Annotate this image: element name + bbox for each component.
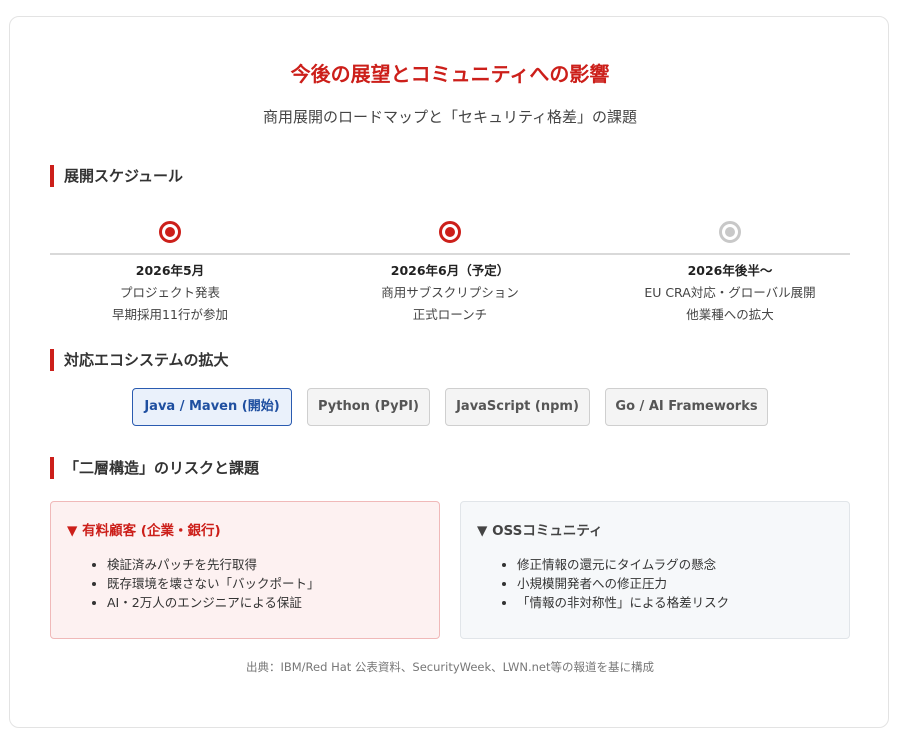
timeline-item-june: 2026年6月（予定） 商用サブスクリプション 正式ローンチ <box>330 221 570 323</box>
section-heading-risks: 「二層構造」のリスクと課題 <box>50 457 259 479</box>
milestone-dot-icon <box>159 221 181 243</box>
timeline-detail: 商用サブスクリプション <box>381 285 519 300</box>
timeline-date: 2026年5月 <box>135 263 205 278</box>
benefit-list: 検証済みパッチを先行取得 既存環境を壊さない「バックポート」 AI・2万人のエン… <box>67 555 423 612</box>
page-subtitle: 商用展開のロードマップと「セキュリティ格差」の課題 <box>262 108 638 126</box>
timeline-detail: 他業種への拡大 <box>686 307 774 322</box>
milestone-dot-future-icon <box>719 221 741 243</box>
timeline-detail: EU CRA対応・グローバル展開 <box>644 285 816 300</box>
timeline-item-late-2026: 2026年後半〜 EU CRA対応・グローバル展開 他業種への拡大 <box>610 221 850 323</box>
list-item: 修正情報の還元にタイムラグの懸念 <box>517 555 833 574</box>
list-item: 既存環境を壊さない「バックポート」 <box>107 574 423 593</box>
timeline-item-may: 2026年5月 プロジェクト発表 早期採用11行が参加 <box>50 221 290 323</box>
timeline-detail: 早期採用11行が参加 <box>112 307 228 322</box>
section-heading-schedule: 展開スケジュール <box>50 165 183 187</box>
ecosystem-chip-javascript: JavaScript (npm) <box>445 388 590 426</box>
ecosystem-chip-python: Python (PyPI) <box>307 388 430 426</box>
paid-customers-panel: ▼ 有料顧客 (企業・銀行) 検証済みパッチを先行取得 既存環境を壊さない「バッ… <box>50 501 440 639</box>
timeline-date: 2026年後半〜 <box>687 263 773 278</box>
section-heading-ecosystem: 対応エコシステムの拡大 <box>50 349 229 371</box>
page-title: 今後の展望とコミュニティへの影響 <box>290 62 610 86</box>
list-item: 「情報の非対称性」による格差リスク <box>517 593 833 612</box>
source-citation: 出典：IBM/Red Hat 公表資料、SecurityWeek、LWN.net… <box>245 660 655 674</box>
timeline-detail: 正式ローンチ <box>412 307 488 322</box>
panel-title: ▼ 有料顧客 (企業・銀行) <box>67 523 221 539</box>
ecosystem-chip-go-ai: Go / AI Frameworks <box>605 388 768 426</box>
list-item: AI・2万人のエンジニアによる保証 <box>107 593 423 612</box>
panel-title: ▼ OSSコミュニティ <box>477 523 603 539</box>
concern-list: 修正情報の還元にタイムラグの懸念 小規模開発者への修正圧力 「情報の非対称性」に… <box>477 555 833 612</box>
ecosystem-chip-java: Java / Maven (開始) <box>132 388 292 426</box>
timeline-date: 2026年6月（予定） <box>390 263 510 278</box>
timeline-detail: プロジェクト発表 <box>119 285 220 300</box>
milestone-dot-icon <box>439 221 461 243</box>
list-item: 小規模開発者への修正圧力 <box>517 574 833 593</box>
list-item: 検証済みパッチを先行取得 <box>107 555 423 574</box>
oss-community-panel: ▼ OSSコミュニティ 修正情報の還元にタイムラグの懸念 小規模開発者への修正圧… <box>460 501 850 639</box>
